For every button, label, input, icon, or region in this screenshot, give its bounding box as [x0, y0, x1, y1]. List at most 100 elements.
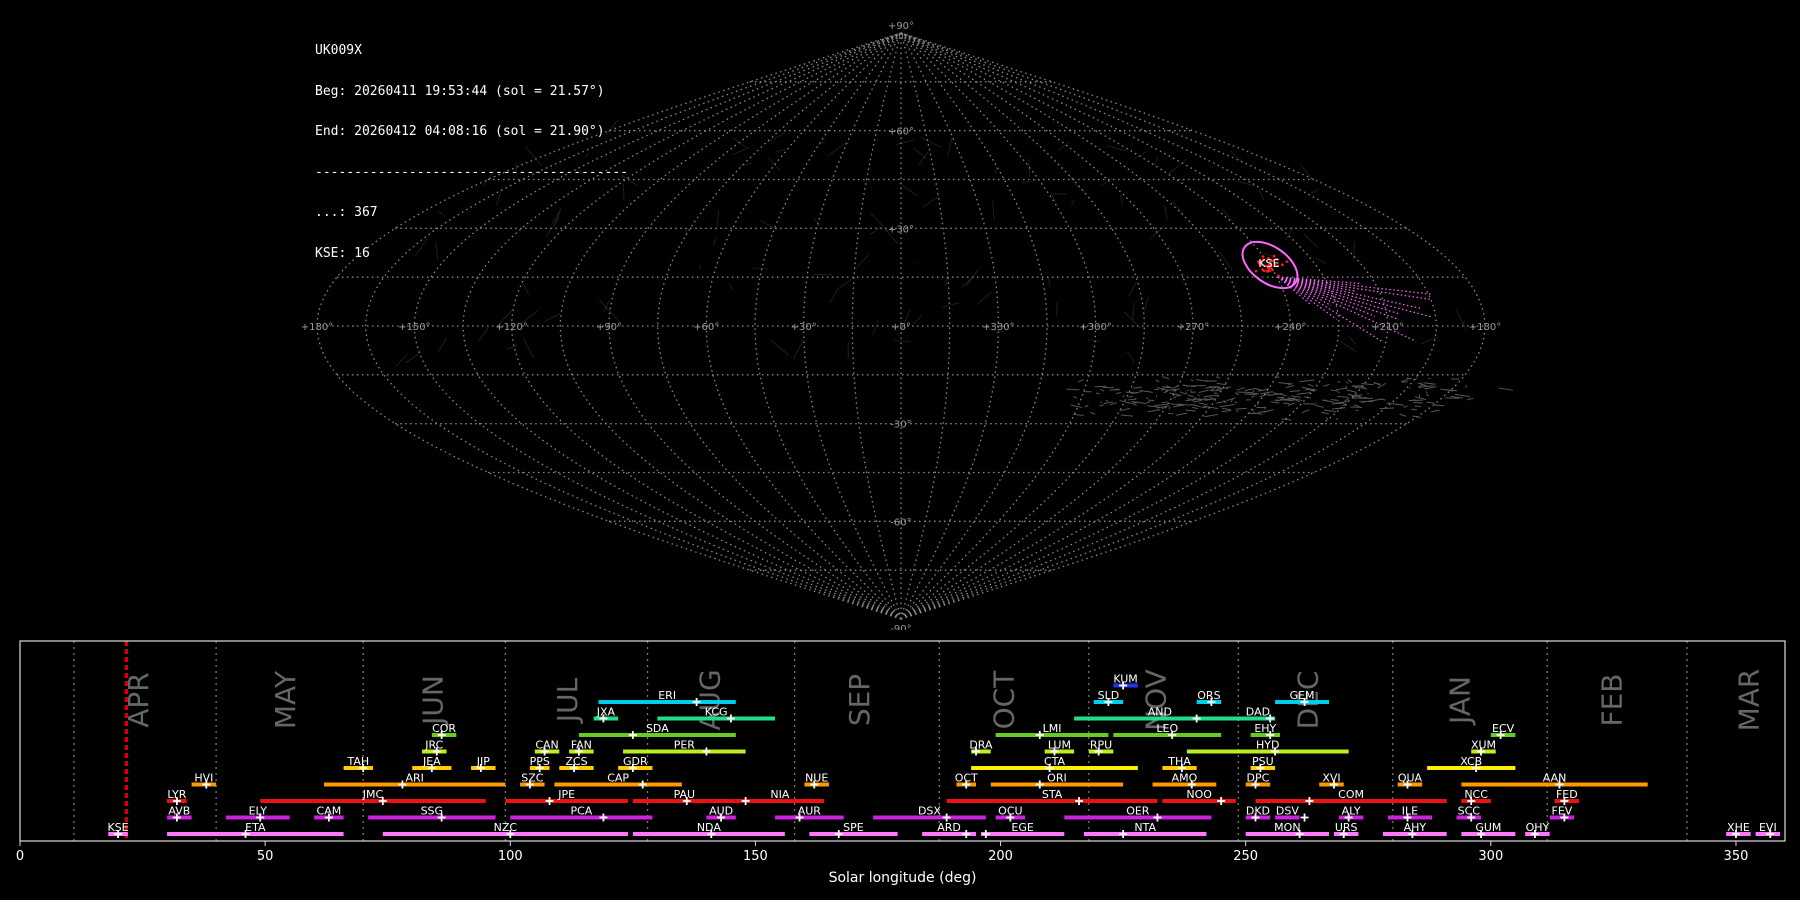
x-tick-label: 0 — [16, 849, 24, 864]
meteor-trail — [712, 236, 717, 246]
meteor-trail — [1281, 418, 1292, 421]
shower-cap: CAP — [554, 772, 682, 789]
shower-label: NZC — [494, 821, 518, 834]
x-tick-label: 200 — [988, 849, 1013, 864]
meteor-trail — [1323, 383, 1330, 387]
shower-psu: PSU — [1250, 755, 1276, 772]
month-label: MAY — [269, 670, 302, 729]
meteor-trail — [716, 209, 720, 228]
meteor-trail — [1403, 405, 1408, 408]
meteor-trail — [1100, 177, 1113, 187]
shower-label: JXA — [596, 706, 616, 719]
meteor-trail — [1283, 402, 1290, 405]
shower-label: KUM — [1113, 673, 1137, 686]
meteor-trail — [1187, 389, 1189, 392]
meteor-trail — [1270, 401, 1280, 404]
meteor-trail — [1204, 413, 1218, 418]
shower-zcs: ZCS — [559, 755, 594, 772]
lon-label: +120° — [495, 322, 527, 333]
shower-label: NIA — [770, 788, 789, 801]
meteor-trail — [1221, 208, 1233, 222]
lon-label: +90° — [596, 322, 622, 333]
shower-label: AHY — [1404, 821, 1427, 834]
meteor-trail — [1310, 189, 1319, 194]
shower-kse: KSE — [107, 821, 129, 838]
shower-label: KCG — [705, 706, 728, 719]
meteor-trail — [522, 337, 534, 358]
shower-label: SDA — [646, 722, 669, 735]
meteor-trail — [1221, 410, 1232, 413]
meteor-trail — [913, 148, 928, 160]
meteor-trail — [1192, 406, 1198, 410]
meteor-trail — [770, 339, 790, 356]
shower-kum: KUM — [1113, 673, 1138, 690]
shower-jrc: JRC — [422, 739, 447, 756]
shower-label: DRA — [969, 739, 993, 752]
shower-per: PER — [623, 739, 746, 756]
shower-ely: ELY — [225, 805, 290, 822]
meteor-trail — [437, 337, 448, 353]
meteor-trail — [1120, 414, 1134, 417]
shower-dpc: DPC — [1245, 772, 1271, 789]
shower-pca: PCA — [510, 805, 653, 822]
shower-label: AUD — [709, 805, 733, 818]
shower-fan: FAN — [569, 739, 594, 756]
lon-label: +60° — [693, 322, 719, 333]
meteor-trail — [1116, 392, 1122, 395]
meteor-trail — [1399, 413, 1407, 417]
shower-label: ECV — [1492, 722, 1515, 735]
meteor-trail — [1127, 398, 1137, 401]
lat-label: +90° — [888, 21, 914, 32]
meteor-trail — [1307, 383, 1314, 387]
meteor-trail — [1095, 392, 1100, 395]
meteor-trail — [768, 156, 781, 172]
meteor-trail — [1190, 379, 1194, 382]
shower-aan: AAN — [1461, 772, 1648, 789]
shower-qua: QUA — [1397, 772, 1423, 789]
meteor-trail — [1324, 409, 1337, 413]
kse-trail — [1277, 276, 1423, 310]
timeline-frame — [19, 640, 1786, 842]
shower-urs: URS — [1333, 821, 1359, 838]
shower-gem: GEM — [1275, 689, 1330, 706]
shower-rpu: RPU — [1088, 739, 1114, 756]
meteor-trail — [961, 276, 974, 288]
meteor-trail — [1498, 387, 1514, 391]
meteor-trail — [1414, 377, 1418, 381]
shower-avb: AVB — [167, 805, 192, 822]
shower-sda: SDA — [578, 722, 736, 739]
meteor-trail — [1412, 415, 1421, 418]
shower-aly: ALY — [1338, 805, 1364, 822]
x-axis-label: Solar longitude (deg) — [829, 870, 977, 886]
meteor-trail — [585, 152, 589, 158]
meteor-trail — [1252, 390, 1255, 393]
meteor-trail — [1077, 379, 1084, 383]
meteor-trail — [579, 169, 585, 176]
meteor-trail — [1185, 409, 1196, 412]
shower-ege: EGE — [980, 821, 1065, 838]
shower-label: AND — [1148, 706, 1172, 719]
lon-label: +0° — [891, 322, 911, 333]
meteor-trail — [1171, 200, 1184, 214]
shower-noo: NOO — [1162, 788, 1236, 805]
meteor-trail — [1221, 407, 1231, 411]
meteor-trail — [1237, 181, 1256, 187]
month-label: OCT — [987, 670, 1020, 730]
meteor-trail — [1234, 392, 1240, 396]
shower-label: EGE — [1011, 821, 1033, 834]
meteor-trail — [525, 146, 543, 167]
shower-leo: LEO — [1113, 722, 1222, 739]
shower-pps: PPS — [530, 755, 550, 772]
shower-label: PER — [674, 739, 696, 752]
meteor-trail — [1315, 404, 1324, 408]
meteor-trail — [1466, 397, 1474, 401]
meteor-trail — [1348, 335, 1357, 345]
shower-hyd: HYD — [1186, 739, 1349, 756]
shower-com: COM — [1255, 788, 1447, 805]
meteor-trail — [1197, 393, 1200, 397]
meteor-trail — [1128, 395, 1134, 398]
meteor-trail — [1406, 377, 1413, 380]
meteor-trail — [1153, 388, 1159, 391]
meteor-trail — [1099, 404, 1104, 407]
lon-label: +150° — [398, 322, 430, 333]
